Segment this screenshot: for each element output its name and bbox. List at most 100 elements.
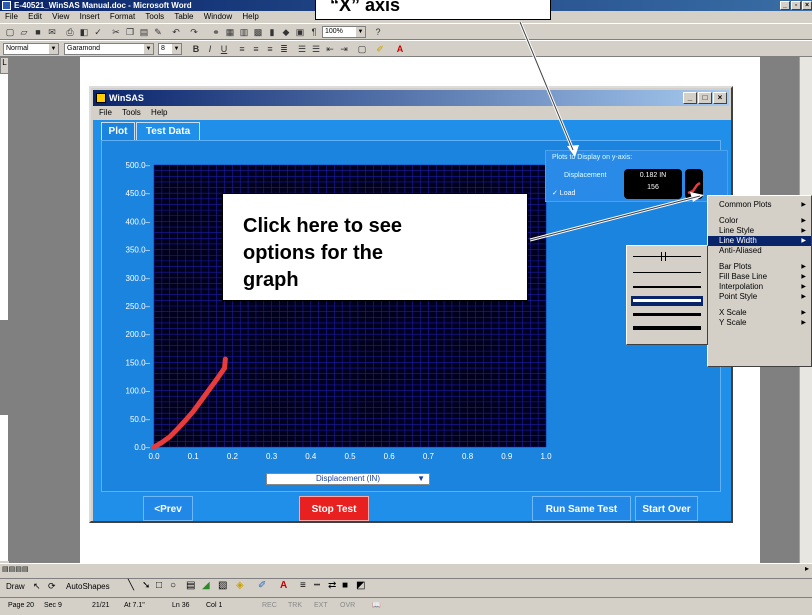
status-trk[interactable]: TRK [288,598,302,614]
menu-file[interactable]: File [5,12,18,21]
spelling-icon[interactable]: ✓ [92,26,104,38]
scroll-right-icon[interactable]: ▸ [805,564,809,573]
tables-borders-icon[interactable]: ▦ [224,26,236,38]
menu-x-scale[interactable]: X Scale ▶ [708,308,811,318]
spelling-status-icon[interactable]: 📖 [372,598,381,614]
wordart-tool-icon[interactable]: ◢ [202,580,210,591]
free-rotate-icon[interactable]: ⟳ [48,581,56,592]
plot-legend-swatch[interactable] [685,169,703,199]
menu-window[interactable]: Window [204,12,232,21]
line-color-icon[interactable]: ✐ [258,580,266,591]
prev-button[interactable]: <Prev [143,496,193,521]
menu-line-style[interactable]: Line Style ▶ [708,226,811,236]
menu-table[interactable]: Table [174,12,193,21]
shadow-icon[interactable]: ■ [342,580,348,591]
minimize-button[interactable]: _ [780,1,790,10]
3d-icon[interactable]: ◩ [356,580,365,591]
print-preview-icon[interactable]: ◧ [78,26,90,38]
horizontal-scrollbar[interactable]: ▤▤▤▤ ▸ [0,563,812,576]
close-button[interactable]: × [802,1,812,10]
columns-icon[interactable]: ▮ [266,26,278,38]
series-displacement-label[interactable]: Displacement [564,172,606,179]
menu-point-style[interactable]: Point Style ▶ [708,292,811,302]
undo-icon[interactable]: ↶ [170,26,182,38]
menu-tools[interactable]: Tools [145,12,164,21]
bullets-icon[interactable]: ☰ [310,43,322,55]
menu-bar-plots[interactable]: Bar Plots ▶ [708,262,811,272]
winsas-menu-file[interactable]: File [99,108,112,117]
email-icon[interactable]: ✉ [46,26,58,38]
menu-view[interactable]: View [52,12,69,21]
hyperlink-icon[interactable]: ⚭ [210,26,222,38]
arrow-tool-icon[interactable]: ➘ [142,580,150,591]
menu-format[interactable]: Format [110,12,135,21]
line-width-option-5[interactable] [633,313,701,316]
font-size-combo[interactable]: 8 ▼ [158,43,182,55]
winsas-minimize-button[interactable]: _ [683,92,697,104]
zoom-combo[interactable]: 100% ▼ [322,26,366,38]
show-hide-icon[interactable]: ¶ [308,26,320,38]
bold-icon[interactable]: B [190,43,202,55]
menu-interpolation[interactable]: Interpolation ▶ [708,282,811,292]
menu-help[interactable]: Help [242,12,258,21]
menu-line-width[interactable]: Line Width ▶ [708,236,811,246]
series-load-label[interactable]: ✓ Load [552,189,575,197]
menu-insert[interactable]: Insert [80,12,100,21]
oval-tool-icon[interactable]: ○ [170,580,176,591]
winsas-menu-tools[interactable]: Tools [122,108,141,117]
font-color-icon[interactable]: A [394,43,406,55]
view-buttons-icon[interactable]: ▤▤▤▤ [2,565,28,573]
status-rec[interactable]: REC [262,598,277,614]
highlight-icon[interactable]: ✐ [374,43,386,55]
font-combo[interactable]: Garamond ▼ [64,43,154,55]
tab-test-data[interactable]: Test Data [136,122,200,140]
insert-table-icon[interactable]: ▥ [238,26,250,38]
menu-edit[interactable]: Edit [28,12,42,21]
draw-menu[interactable]: Draw [6,582,25,591]
stop-test-button[interactable]: Stop Test [299,496,369,521]
winsas-maximize-button[interactable]: □ [698,92,712,104]
line-width-option-selected[interactable] [631,296,703,306]
start-over-button[interactable]: Start Over [635,496,698,521]
justify-icon[interactable]: ≣ [278,43,290,55]
numbering-icon[interactable]: ☰ [296,43,308,55]
italic-icon[interactable]: I [204,43,216,55]
tab-plot[interactable]: Plot [101,122,135,140]
menu-anti-aliased[interactable]: Anti-Aliased [708,246,811,256]
style-combo[interactable]: Normal ▼ [3,43,59,55]
menu-fill-base-line[interactable]: Fill Base Line ▶ [708,272,811,282]
save-icon[interactable]: ■ [32,26,44,38]
rectangle-tool-icon[interactable]: □ [156,580,162,591]
font-color-draw-icon[interactable]: A [280,580,287,591]
clipart-tool-icon[interactable]: ▧ [218,580,227,591]
drawing-icon[interactable]: ◆ [280,26,292,38]
underline-icon[interactable]: U [218,43,230,55]
line-width-option-2[interactable] [633,272,701,273]
restore-button[interactable]: ▫ [791,1,801,10]
help-icon[interactable]: ? [372,26,384,38]
winsas-menu-help[interactable]: Help [151,108,167,117]
excel-icon[interactable]: ▩ [252,26,264,38]
open-folder-icon[interactable]: ▱ [18,26,30,38]
fill-color-icon[interactable]: ◈ [236,580,244,591]
format-painter-icon[interactable]: ✎ [152,26,164,38]
run-same-test-button[interactable]: Run Same Test [532,496,631,521]
textbox-tool-icon[interactable]: ▤ [186,580,195,591]
line-style-icon[interactable]: ≡ [300,580,306,591]
status-ovr[interactable]: OVR [340,598,355,614]
redo-icon[interactable]: ↷ [188,26,200,38]
autoshapes-menu[interactable]: AutoShapes [66,582,110,591]
document-map-icon[interactable]: ▣ [294,26,306,38]
line-width-option-6[interactable] [633,326,701,330]
status-ext[interactable]: EXT [314,598,328,614]
line-width-option-1[interactable] [633,256,701,257]
decrease-indent-icon[interactable]: ⇤ [324,43,336,55]
copy-icon[interactable]: ❐ [124,26,136,38]
print-icon[interactable]: ⎙ [64,26,76,38]
increase-indent-icon[interactable]: ⇥ [338,43,350,55]
align-center-icon[interactable]: ≡ [250,43,262,55]
dash-style-icon[interactable]: ┅ [314,580,320,591]
select-objects-icon[interactable]: ↖ [33,581,41,592]
menu-y-scale[interactable]: Y Scale ▶ [708,318,811,328]
cut-icon[interactable]: ✂ [110,26,122,38]
